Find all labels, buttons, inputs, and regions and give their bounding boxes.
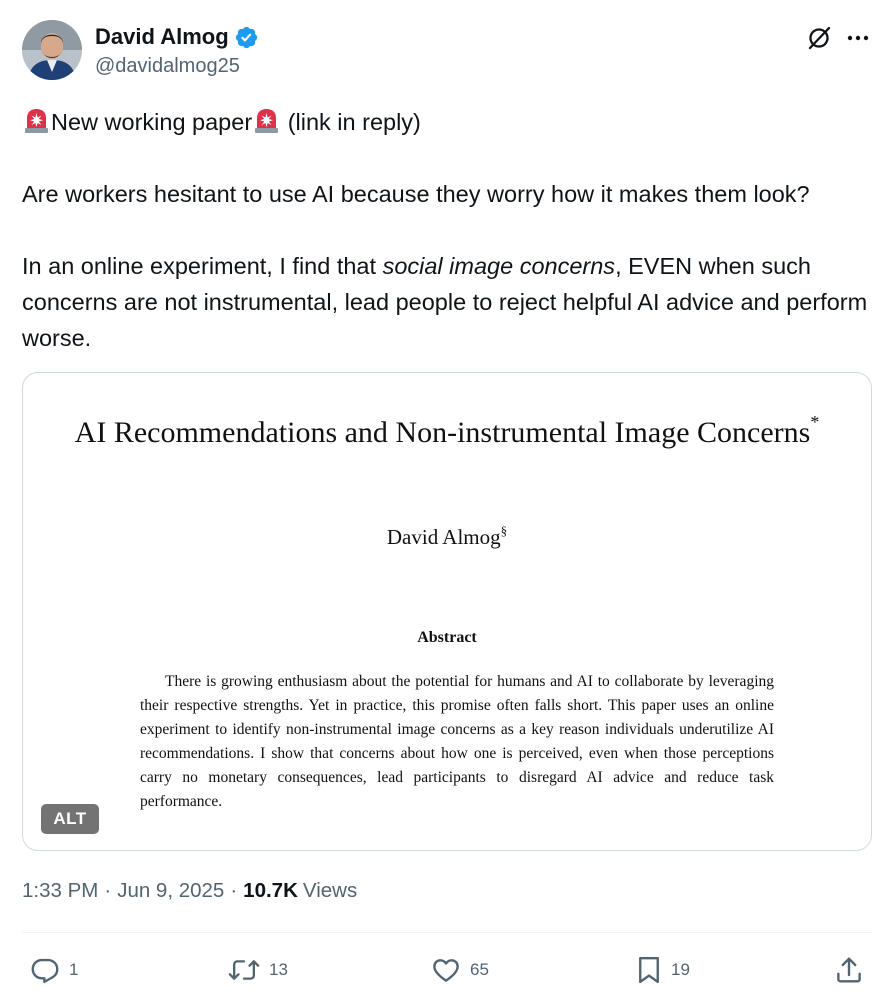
meta-separator: · <box>104 879 112 902</box>
tweet-paragraph-3: In an online experiment, I find that soc… <box>22 248 872 356</box>
bookmark-icon <box>636 955 662 985</box>
avatar[interactable] <box>22 20 82 80</box>
tweet-time[interactable]: 1:33 PM <box>22 879 98 903</box>
display-name[interactable]: David Almog <box>95 24 229 50</box>
paper-screenshot: AI Recommendations and Non-instrumental … <box>23 373 871 850</box>
paper-title-mark: * <box>810 412 820 432</box>
siren-emoji-icon <box>252 106 281 135</box>
heart-icon <box>431 955 461 985</box>
grok-icon[interactable] <box>803 22 835 54</box>
repost-button[interactable]: 13 <box>228 952 288 988</box>
more-icon[interactable] <box>842 22 874 54</box>
repost-count: 13 <box>269 960 288 979</box>
tweet-date[interactable]: Jun 9, 2025 <box>117 879 224 903</box>
tweet-paragraph-3-emphasis: social image concerns <box>382 253 616 279</box>
views-count: 10.7K <box>243 879 298 902</box>
abstract-body: There is growing enthusiasm about the po… <box>140 670 774 814</box>
alt-badge[interactable]: ALT <box>41 804 99 834</box>
tweet-line-1-text: New working paper <box>51 109 253 135</box>
bookmark-button[interactable]: 19 <box>636 952 690 988</box>
tweet-meta: 1:33 PM · Jun 9, 2025 · 10.7K Views <box>22 879 357 903</box>
meta-separator: · <box>230 879 238 902</box>
paper-author-text: David Almog <box>386 525 501 549</box>
bookmark-count: 19 <box>671 960 690 979</box>
abstract-text: There is growing enthusiasm about the po… <box>140 673 774 810</box>
paper-author-mark: § <box>500 523 508 538</box>
reply-count: 1 <box>69 960 79 979</box>
abstract-heading: Abstract <box>417 629 477 646</box>
reply-button[interactable]: 1 <box>30 952 78 988</box>
share-icon <box>834 955 864 985</box>
paper-title: AI Recommendations and Non-instrumental … <box>23 400 871 455</box>
siren-emoji-icon <box>22 106 51 135</box>
reply-icon <box>30 955 60 985</box>
media-image[interactable]: AI Recommendations and Non-instrumental … <box>22 372 872 851</box>
divider <box>22 932 872 933</box>
tweet-header: David Almog @davidalmog25 <box>22 20 870 82</box>
views-label: Views <box>302 879 358 902</box>
tweet-paragraph-3-pre: In an online experiment, I find that <box>22 253 383 279</box>
paper-title-text: AI Recommendations and Non-instrumental … <box>74 416 811 449</box>
paper-author: David Almog§ <box>23 523 871 550</box>
handle[interactable]: @davidalmog25 <box>95 55 240 78</box>
tweet-line-1-suffix: (link in reply) <box>287 109 421 135</box>
repost-icon <box>228 955 260 985</box>
name-row: David Almog <box>95 24 259 50</box>
tweet-text: New working paper (link in reply) Are wo… <box>22 104 872 356</box>
like-count: 65 <box>470 960 489 979</box>
tweet-paragraph-2: Are workers hesitant to use AI because t… <box>22 181 810 207</box>
share-button[interactable] <box>834 952 864 988</box>
like-button[interactable]: 65 <box>431 952 489 988</box>
tweet-line-1: New working paper (link in reply) <box>22 104 872 140</box>
verified-badge-icon[interactable] <box>234 25 259 50</box>
